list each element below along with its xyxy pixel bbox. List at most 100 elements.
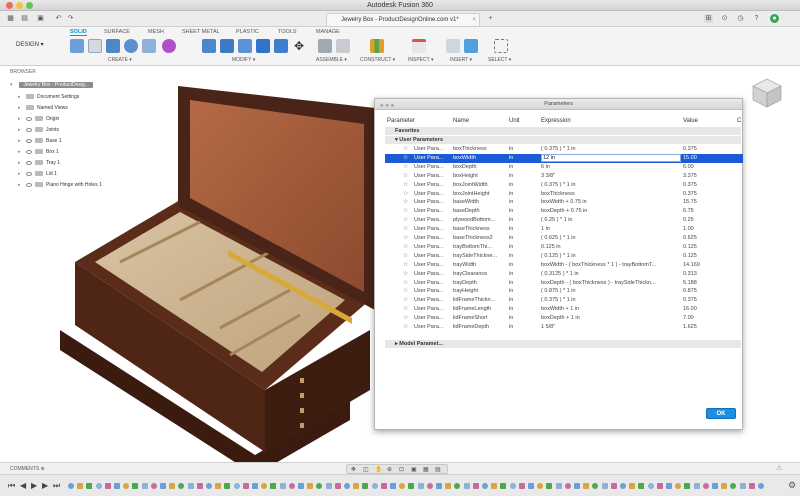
ok-button[interactable]: OK xyxy=(706,408,736,419)
timeline-feature-icon[interactable] xyxy=(583,483,590,489)
hole-icon[interactable] xyxy=(142,39,156,53)
timeline-feature-icon[interactable] xyxy=(491,483,498,489)
timeline-feature-icon[interactable] xyxy=(215,483,222,489)
create-sketch-icon[interactable] xyxy=(88,39,102,53)
timeline-feature-icon[interactable] xyxy=(270,483,277,489)
dialog-titlebar[interactable]: ● ● ● Parameters xyxy=(375,99,742,110)
parameter-row[interactable]: ☆ User Para... trayClearance in ( 0.3125 ) *… xyxy=(385,270,743,279)
param-expression[interactable]: boxWidth + 1 in xyxy=(541,305,681,314)
browser-root-item[interactable]: ▾ Jewelry Box - ProductDesig... xyxy=(10,81,93,90)
param-expression[interactable]: boxWidth - ( boxThickness * 1 ) - trayBo… xyxy=(541,261,681,270)
timeline-feature-icon[interactable] xyxy=(242,483,249,489)
grid-settings-icon[interactable]: ▦ xyxy=(423,466,429,473)
form-icon[interactable] xyxy=(162,39,176,53)
revolve-icon[interactable] xyxy=(124,39,138,53)
timeline-feature-icon[interactable] xyxy=(436,483,442,489)
visibility-eye-icon[interactable] xyxy=(26,116,32,121)
timeline-feature-icon[interactable] xyxy=(408,483,415,489)
favorite-star-icon[interactable]: ☆ xyxy=(403,163,408,172)
param-expression[interactable]: ( 0.375 ) * 1 in xyxy=(541,145,681,154)
file-menu-icon[interactable]: ▤ xyxy=(20,14,29,23)
favorite-star-icon[interactable]: ☆ xyxy=(403,296,408,305)
view-cube[interactable] xyxy=(750,76,784,110)
parameter-row[interactable]: ☆ User Para... lidFrameLength in boxWidth + … xyxy=(385,305,743,314)
play-icon[interactable]: ▶ xyxy=(31,481,37,490)
fillet-icon[interactable] xyxy=(220,39,234,53)
expand-arrow-icon[interactable]: ▸ xyxy=(18,159,26,168)
timeline-feature-icon[interactable] xyxy=(252,483,258,489)
timeline-feature-icon[interactable] xyxy=(307,483,314,489)
expand-arrow-icon[interactable]: ▸ xyxy=(18,148,26,157)
display-settings-icon[interactable]: ▣ xyxy=(411,466,417,473)
step-forward-icon[interactable]: ▶ xyxy=(42,481,48,490)
account-icon[interactable]: ● xyxy=(770,14,779,23)
timeline-feature-icon[interactable] xyxy=(132,483,139,489)
parameter-row[interactable]: ☆ User Para... trayBottomThi... in 0.125 in 0… xyxy=(385,243,743,252)
param-expression[interactable]: ( 0.3125 ) * 1 in xyxy=(541,270,681,279)
param-expression[interactable]: boxDepth + 0.75 in xyxy=(541,207,681,216)
cube-icon[interactable] xyxy=(750,76,784,110)
parameter-row[interactable]: ☆ User Para... lidFrameThickn... in ( 0.375 … xyxy=(385,296,743,305)
timeline-feature-icon[interactable] xyxy=(298,483,304,489)
favorite-star-icon[interactable]: ☆ xyxy=(403,234,408,243)
parameter-row[interactable]: ☆ User Para... baseWidth in boxWidth + 0.75 … xyxy=(385,198,743,207)
zoom-window-icon[interactable]: ⊡ xyxy=(399,466,404,473)
window-controls-icon[interactable]: ● ● ● xyxy=(380,101,394,112)
timeline-feature-icon[interactable] xyxy=(426,483,433,489)
data-panel-icon[interactable]: ▦ xyxy=(6,14,15,23)
document-tab[interactable]: Jewelry Box - ProductDesignOnline.com v1… xyxy=(326,13,480,26)
favorite-star-icon[interactable]: ☆ xyxy=(403,145,408,154)
press-pull-icon[interactable] xyxy=(202,39,216,53)
construct-menu[interactable]: CONSTRUCT ▾ xyxy=(360,57,395,63)
timeline-feature-icon[interactable] xyxy=(629,483,636,489)
parameter-row[interactable]: ☆ User Para... boxDepth in 6 in 6.00 xyxy=(385,163,743,172)
visibility-eye-icon[interactable] xyxy=(26,182,32,187)
insert-derive-icon[interactable] xyxy=(446,39,460,53)
timeline-feature-icon[interactable] xyxy=(114,483,120,489)
extensions-icon[interactable]: ⊞ xyxy=(704,14,713,23)
expand-arrow-icon[interactable]: ▾ xyxy=(10,81,18,90)
zoom-icon[interactable]: ⊕ xyxy=(387,466,392,473)
param-expression[interactable]: 6 in xyxy=(541,163,681,172)
warning-icon[interactable]: ⚠ xyxy=(776,464,782,472)
param-expression[interactable]: 12 in xyxy=(541,153,681,162)
help-icon[interactable]: ? xyxy=(752,14,761,23)
insert-image-icon[interactable] xyxy=(464,39,478,53)
save-icon[interactable]: ▣ xyxy=(36,14,45,23)
as-built-joint-icon[interactable] xyxy=(336,39,350,53)
timeline-feature-icon[interactable] xyxy=(712,483,718,489)
parameter-row[interactable]: ☆ User Para... trayWidth in boxWidth - ( box… xyxy=(385,261,743,270)
param-expression[interactable]: 1 in xyxy=(541,225,681,234)
parameter-row[interactable]: ☆ User Para... boxJointHeight in boxThicknes… xyxy=(385,190,743,199)
modify-menu[interactable]: MODIFY ▾ xyxy=(232,57,255,63)
col-expression[interactable]: Expression xyxy=(541,118,571,124)
parameter-row[interactable]: ☆ User Para... lidFrameDepth in 1 5/8" 1.625 xyxy=(385,323,743,332)
favorite-star-icon[interactable]: ☆ xyxy=(403,172,408,181)
redo-icon[interactable]: ↷ xyxy=(66,14,75,23)
timeline-feature-icon[interactable] xyxy=(666,483,672,489)
visibility-eye-icon[interactable] xyxy=(26,127,32,132)
chamfer-icon[interactable] xyxy=(238,39,252,53)
timeline-feature-icon[interactable] xyxy=(537,483,544,489)
timeline-feature-icon[interactable] xyxy=(482,483,488,489)
timeline-feature-icon[interactable] xyxy=(150,483,157,489)
browser-item-document-settings[interactable]: ▸ Document Settings xyxy=(18,93,79,102)
timeline-feature-icon[interactable] xyxy=(353,483,360,489)
timeline-feature-icon[interactable] xyxy=(123,483,130,489)
timeline-feature-icon[interactable] xyxy=(528,483,534,489)
look-at-icon[interactable]: ◫ xyxy=(363,466,369,473)
timeline-feature-icon[interactable] xyxy=(620,483,626,489)
parameter-row[interactable]: ☆ User Para... traySideThickne... in ( 0.125… xyxy=(385,252,743,261)
param-expression[interactable]: boxWidth + 0.75 in xyxy=(541,198,681,207)
timeline-feature-icon[interactable] xyxy=(68,483,74,489)
workspace-switcher[interactable]: DESIGN ▾ xyxy=(16,41,44,48)
col-comment[interactable]: C xyxy=(737,118,741,124)
extrude-icon[interactable] xyxy=(106,39,120,53)
param-expression[interactable]: boxDepth + 1 in xyxy=(541,314,681,323)
param-expression[interactable]: ( 0.625 ) * 1 in xyxy=(541,234,681,243)
favorite-star-icon[interactable]: ☆ xyxy=(403,190,408,199)
browser-item-joints[interactable]: ▸ Joints xyxy=(18,126,59,135)
section-favorites[interactable]: Favorites xyxy=(385,127,741,135)
col-parameter[interactable]: Parameter xyxy=(387,118,415,124)
timeline-feature-icon[interactable] xyxy=(261,483,268,489)
